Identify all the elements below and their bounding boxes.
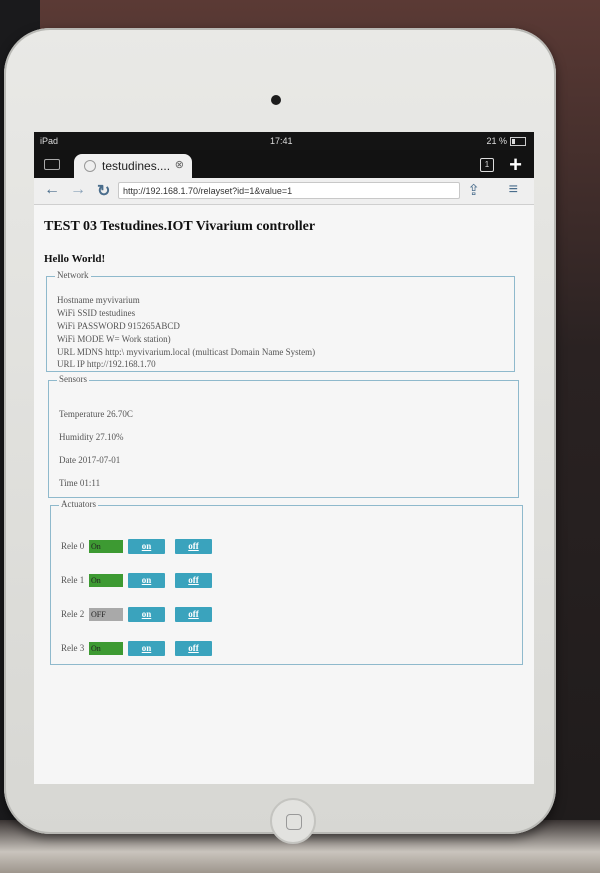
battery-indicator: 21 %: [486, 136, 526, 147]
network-line: WiFi MODE W= Work station): [57, 334, 171, 344]
relay-state-indicator: On: [89, 574, 123, 587]
web-page: TEST 03 Testudines.IOT Vivarium controll…: [34, 205, 534, 784]
network-line: WiFi SSID testudines: [57, 308, 136, 318]
relay-label: Rele 0: [61, 541, 85, 551]
sensor-date: Date 2017-07-01: [59, 455, 121, 465]
forward-arrow-icon[interactable]: →: [70, 181, 86, 199]
reload-icon[interactable]: ↻: [97, 181, 110, 201]
share-icon[interactable]: ⇪: [467, 181, 480, 199]
carrier-label: iPad: [40, 136, 59, 146]
home-button[interactable]: [270, 798, 316, 844]
relay-0-on-button[interactable]: on: [128, 539, 165, 554]
tablet-device: iPad 17:41 21 % testudines.... ⊗ 1 + ← →…: [4, 28, 556, 844]
address-bar[interactable]: http://192.168.1.70/relayset?id=1&value=…: [118, 182, 460, 199]
tab-title: testudines....: [102, 159, 171, 173]
network-line: URL MDNS http:\ myvivarium.local (multic…: [57, 347, 316, 357]
relay-3-off-button[interactable]: off: [175, 641, 212, 656]
sensors-fieldset: Sensors Temperature 26.70C Humidity 27.1…: [48, 374, 519, 498]
relay-state-indicator: On: [89, 642, 123, 655]
back-arrow-icon[interactable]: ←: [44, 181, 60, 199]
home-square-icon: [286, 814, 302, 830]
relay-3-on-button[interactable]: on: [128, 641, 165, 656]
relay-2-off-button[interactable]: off: [175, 607, 212, 622]
greeting: Hello World!: [44, 253, 106, 265]
bookmarks-icon[interactable]: [44, 159, 60, 170]
clock: 17:41: [270, 136, 293, 146]
sensors-legend: Sensors: [57, 374, 90, 384]
tablet-screen: iPad 17:41 21 % testudines.... ⊗ 1 + ← →…: [34, 132, 534, 784]
network-line: URL IP http://192.168.1.70: [57, 359, 156, 369]
page-title: TEST 03 Testudines.IOT Vivarium controll…: [44, 219, 316, 234]
relay-1-on-button[interactable]: on: [128, 573, 165, 588]
tab-strip: testudines.... ⊗ 1 +: [34, 150, 534, 178]
relay-state-indicator: On: [89, 540, 123, 553]
battery-percent: 21 %: [486, 136, 507, 146]
relay-label: Rele 1: [61, 575, 85, 585]
network-line: Hostname myvivarium: [57, 295, 140, 305]
network-line: WiFi PASSWORD 915265ABCD: [57, 321, 180, 331]
relay-0-off-button[interactable]: off: [175, 539, 212, 554]
browser-toolbar: ← → ↻ http://192.168.1.70/relayset?id=1&…: [34, 178, 534, 205]
new-tab-plus-icon[interactable]: +: [509, 152, 522, 178]
menu-hamburger-icon[interactable]: ≡: [509, 181, 518, 199]
relay-label: Rele 3: [61, 643, 85, 653]
network-legend: Network: [55, 270, 91, 280]
relay-1-off-button[interactable]: off: [175, 573, 212, 588]
status-bar: iPad 17:41 21 %: [34, 132, 534, 150]
actuators-legend: Actuators: [59, 499, 98, 509]
globe-icon: [84, 160, 96, 172]
sensor-temperature: Temperature 26.70C: [59, 409, 133, 419]
relay-2-on-button[interactable]: on: [128, 607, 165, 622]
front-camera: [271, 95, 281, 105]
sensor-humidity: Humidity 27.10%: [59, 432, 124, 442]
actuators-fieldset: Actuators Rele 0 On on off Rele 1 On on …: [50, 499, 523, 665]
battery-icon: [510, 137, 526, 147]
relay-state-indicator: OFF: [89, 608, 123, 621]
active-tab[interactable]: testudines.... ⊗: [74, 154, 192, 178]
close-tab-icon[interactable]: ⊗: [175, 158, 184, 171]
relay-label: Rele 2: [61, 609, 85, 619]
network-fieldset: Network Hostname myvivarium WiFi SSID te…: [46, 270, 515, 372]
tab-count-icon[interactable]: 1: [480, 158, 494, 172]
sensor-time: Time 01:11: [59, 478, 101, 488]
